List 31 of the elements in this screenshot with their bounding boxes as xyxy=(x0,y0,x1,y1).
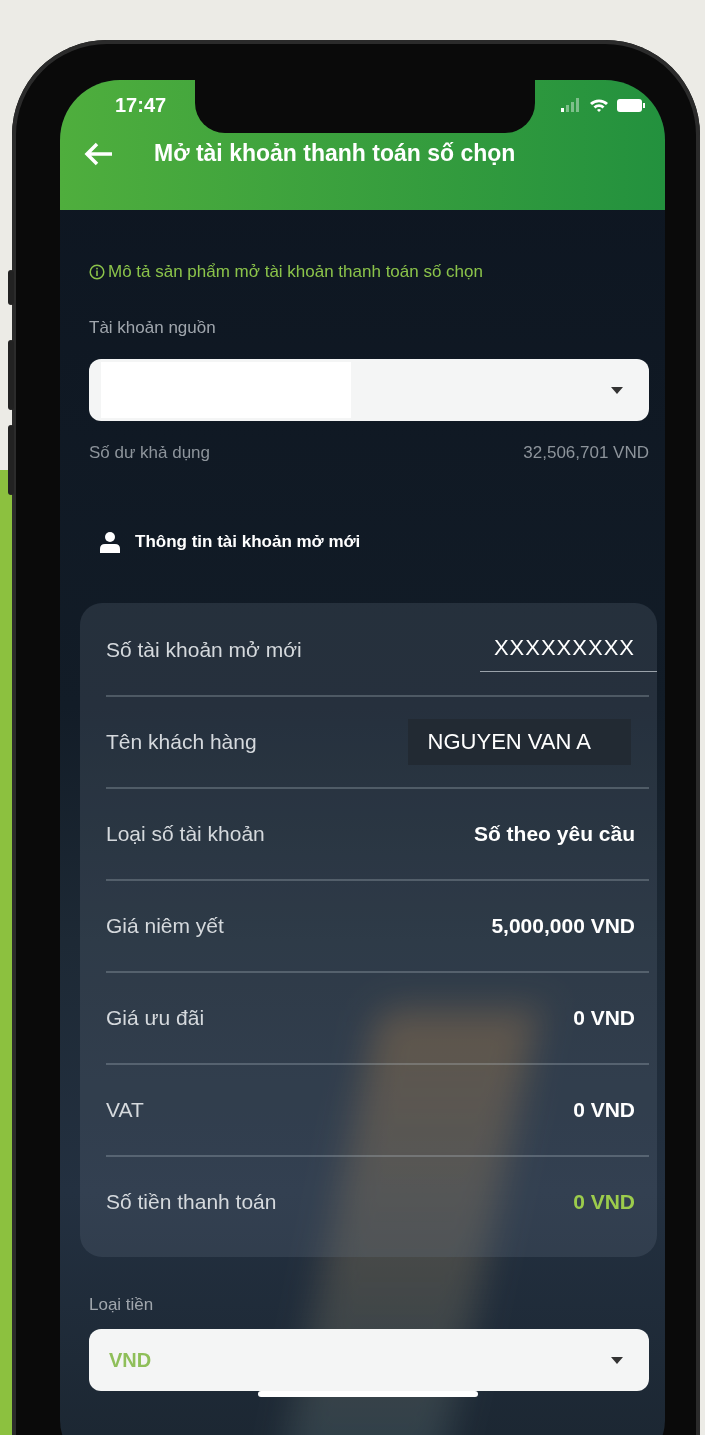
info-icon xyxy=(89,264,105,280)
field-label: Loại tiền xyxy=(89,1295,155,1315)
detail-value: 5,000,000 VND xyxy=(491,914,635,938)
detail-value: 0 VND xyxy=(573,1190,635,1214)
detail-label: Loại số tài khoản xyxy=(106,822,266,846)
balance-label: Số dư khả dụng xyxy=(89,443,211,463)
status-time: 17:47 xyxy=(115,93,167,117)
wifi-icon xyxy=(589,97,609,113)
detail-value: Số theo yêu cầu xyxy=(473,822,635,846)
detail-label: Giá ưu đãi xyxy=(106,1006,206,1030)
detail-value: 0 VND xyxy=(573,1006,635,1030)
account-number-field[interactable]: XXXXXXXXX xyxy=(480,628,657,672)
field-label: Tài khoản nguồn xyxy=(89,318,217,338)
detail-label: VAT xyxy=(106,1098,145,1122)
signal-icon xyxy=(561,98,581,112)
detail-label: Số tiền thanh toán xyxy=(106,1190,278,1214)
detail-label: Giá niêm yết xyxy=(106,914,225,938)
caret-icon xyxy=(611,386,623,394)
product-description-link[interactable]: Mô tả sản phẩm mở tài khoản thanh toán số chọn xyxy=(108,262,483,282)
battery-icon xyxy=(617,98,645,112)
select-value: VND xyxy=(108,1348,153,1372)
screen-title: Mở tài khoản thanh toán số chọn xyxy=(154,140,516,167)
section-title: Thông tin tài khoản mở mới xyxy=(135,532,361,552)
detail-label: Số tài khoản mở mới xyxy=(106,638,303,662)
person-icon xyxy=(99,531,121,553)
detail-label: Tên khách hàng xyxy=(106,730,258,754)
caret-icon xyxy=(611,1356,623,1364)
detail-value: NGUYEN VAN A xyxy=(407,719,631,765)
detail-value: 0 VND xyxy=(573,1098,635,1122)
balance-value: 32,506,701 VND xyxy=(523,443,649,463)
back-arrow-icon[interactable] xyxy=(84,141,114,166)
